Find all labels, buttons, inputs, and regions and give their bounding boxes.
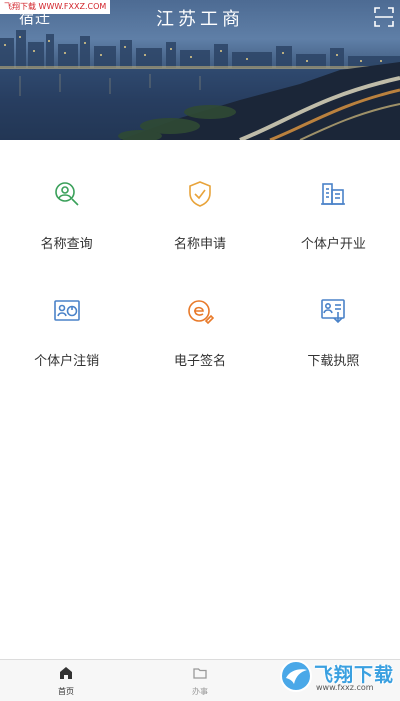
service-name-query[interactable]: 名称查询 xyxy=(0,140,133,257)
service-name-apply[interactable]: 名称申请 xyxy=(133,140,266,257)
service-label: 下载执照 xyxy=(307,354,360,369)
license-download-icon xyxy=(321,299,346,324)
service-e-sign[interactable]: 电子签名 xyxy=(133,257,266,374)
app-title: 江苏工商 xyxy=(156,9,244,30)
person-power-icon xyxy=(53,300,80,321)
tab-work[interactable]: 办事 xyxy=(170,660,230,701)
folder-icon xyxy=(193,668,207,679)
service-label: 电子签名 xyxy=(173,354,226,369)
e-sign-icon xyxy=(188,300,214,325)
service-individual-cancel[interactable]: 个体户注销 xyxy=(0,257,133,374)
watermark-url: www.fxxz.com xyxy=(316,683,374,692)
service-label: 个体户开业 xyxy=(300,237,366,252)
scan-icon[interactable] xyxy=(373,6,395,28)
tab-home[interactable]: 首页 xyxy=(36,660,96,701)
service-individual-open[interactable]: 个体户开业 xyxy=(267,140,400,257)
service-label: 名称申请 xyxy=(173,237,226,252)
shield-check-icon xyxy=(189,181,211,207)
service-grid: 名称查询 名称申请 个体户开业 个体户注销 电子签名 下载执照 xyxy=(0,140,400,374)
person-search-icon xyxy=(54,182,79,206)
watermark-bird-icon xyxy=(280,660,312,692)
service-label: 名称查询 xyxy=(40,237,93,252)
header-banner: 飞翔下载 WWW.FXXZ.COM 宿迁 江苏工商 xyxy=(0,0,400,140)
home-icon xyxy=(60,667,72,679)
watermark-logo: 飞翔下载 www.fxxz.com xyxy=(280,656,398,700)
service-download-license[interactable]: 下载执照 xyxy=(267,257,400,374)
tab-work-label: 办事 xyxy=(192,687,208,696)
tab-home-label: 首页 xyxy=(58,687,74,696)
service-label: 个体户注销 xyxy=(34,354,100,369)
building-icon xyxy=(321,183,346,205)
